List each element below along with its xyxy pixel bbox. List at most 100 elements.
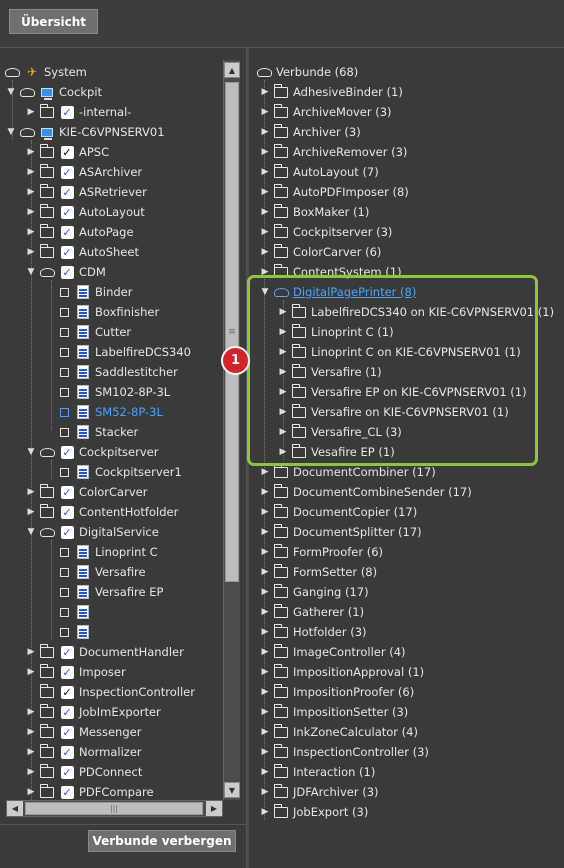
tree-node-contenthotfolder[interactable]: ▶ ✓ ContentHotfolder xyxy=(26,502,178,522)
scroll-right-icon[interactable]: ▶ xyxy=(206,801,222,816)
caret-down-icon[interactable]: ▼ xyxy=(6,87,16,97)
tree-node-cockpit[interactable]: ▼ Cockpit xyxy=(6,82,102,102)
caret-right-icon[interactable]: ▶ xyxy=(26,147,36,157)
tree-node-group[interactable]: ▶ ArchiveMover (3) xyxy=(260,102,392,122)
caret-right-icon[interactable]: ▶ xyxy=(260,87,270,97)
tree-node-autosheet[interactable]: ▶ ✓ AutoSheet xyxy=(26,242,139,262)
caret-right-icon[interactable]: ▶ xyxy=(260,667,270,677)
vertical-scrollbar[interactable]: ▲ ≡ ▼ xyxy=(223,60,240,800)
checkbox[interactable] xyxy=(60,627,69,637)
tree-node-documenthandler[interactable]: ▶ ✓ DocumentHandler xyxy=(26,642,184,662)
caret-right-icon[interactable]: ▶ xyxy=(260,587,270,597)
tree-node-pdfcompare[interactable]: ▶ ✓ PDFCompare xyxy=(26,782,154,800)
caret-right-icon[interactable]: ▶ xyxy=(260,767,270,777)
tree-node-group[interactable]: ▶ Interaction (1) xyxy=(260,762,375,782)
caret-right-icon[interactable]: ▶ xyxy=(26,667,36,677)
tree-node-group[interactable]: ▶ Hotfolder (3) xyxy=(260,622,367,642)
overview-button[interactable]: Übersicht xyxy=(9,9,98,34)
caret-right-icon[interactable]: ▶ xyxy=(26,107,36,117)
checkbox[interactable] xyxy=(60,547,69,557)
caret-right-icon[interactable]: ▶ xyxy=(260,787,270,797)
caret-right-icon[interactable]: ▶ xyxy=(26,227,36,237)
tree-node-imposer[interactable]: ▶ ✓ Imposer xyxy=(26,662,126,682)
caret-right-icon[interactable]: ▶ xyxy=(260,567,270,577)
caret-right-icon[interactable]: ▶ xyxy=(260,727,270,737)
tree-node-verbunde[interactable]: Verbunde (68) xyxy=(256,62,358,82)
tree-node-jobimexporter[interactable]: ▶ ✓ JobImExporter xyxy=(26,702,161,722)
caret-down-icon[interactable]: ▼ xyxy=(26,267,36,277)
tree-node-group[interactable]: ▶ InkZoneCalculator (4) xyxy=(260,722,418,742)
tree-node-group[interactable]: ▶ Gatherer (1) xyxy=(260,602,364,622)
tree-node-pdconnect[interactable]: ▶ ✓ PDConnect xyxy=(26,762,142,782)
tree-node-asarchiver[interactable]: ▶ ✓ ASArchiver xyxy=(26,162,142,182)
tree-node-group[interactable]: ▶ ColorCarver (6) xyxy=(260,242,381,262)
tree-node-saddlestitcher[interactable]: Saddlestitcher xyxy=(60,362,178,382)
caret-right-icon[interactable]: ▶ xyxy=(260,167,270,177)
caret-right-icon[interactable]: ▶ xyxy=(260,507,270,517)
tree-node-autolayout[interactable]: ▶ ✓ AutoLayout xyxy=(26,202,145,222)
caret-right-icon[interactable]: ▶ xyxy=(26,647,36,657)
caret-right-icon[interactable]: ▶ xyxy=(26,487,36,497)
checkbox[interactable] xyxy=(60,287,69,297)
checkbox[interactable] xyxy=(60,367,69,377)
tree-node-binder[interactable]: Binder xyxy=(60,282,132,302)
tree-node-apsc[interactable]: ▶ ✓ APSC xyxy=(26,142,109,162)
tree-node-group[interactable]: ▶ JobExport (3) xyxy=(260,802,368,820)
caret-right-icon[interactable]: ▶ xyxy=(260,547,270,557)
tree-node-sm52[interactable]: SM52-8P-3L xyxy=(60,402,163,422)
horizontal-scrollbar[interactable]: ◀ ||| ▶ xyxy=(6,800,223,817)
tree-node-system[interactable]: ✈ System xyxy=(4,62,87,82)
tree-node-group[interactable]: ▶ FormSetter (8) xyxy=(260,562,377,582)
tree-node-group[interactable]: ▶ ImpositionProofer (6) xyxy=(260,682,414,702)
checkbox[interactable] xyxy=(60,607,69,617)
tree-node-group[interactable]: ▶ InspectionController (3) xyxy=(260,742,429,762)
tree-node-labelfire[interactable]: LabelfireDCS340 xyxy=(60,342,191,362)
caret-right-icon[interactable]: ▶ xyxy=(260,107,270,117)
caret-right-icon[interactable]: ▶ xyxy=(260,647,270,657)
tree-node-group[interactable]: ▶ AutoPDFImposer (8) xyxy=(260,182,409,202)
tree-node-sm102[interactable]: SM102-8P-3L xyxy=(60,382,170,402)
caret-right-icon[interactable]: ▶ xyxy=(26,507,36,517)
caret-right-icon[interactable]: ▶ xyxy=(260,207,270,217)
caret-right-icon[interactable]: ▶ xyxy=(260,687,270,697)
tree-node-linoprint[interactable]: Linoprint C xyxy=(60,542,158,562)
tree-node-group[interactable]: ▶ Cockpitserver (3) xyxy=(260,222,392,242)
tree-node-group[interactable]: ▶ DocumentSplitter (17) xyxy=(260,522,422,542)
tree-node-group[interactable]: ▶ BoxMaker (1) xyxy=(260,202,369,222)
tree-node-group[interactable]: ▶ DocumentCombineSender (17) xyxy=(260,482,472,502)
tree-node-unnamed-device[interactable] xyxy=(60,622,95,642)
caret-right-icon[interactable]: ▶ xyxy=(260,247,270,257)
scroll-left-icon[interactable]: ◀ xyxy=(7,801,23,816)
tree-node-inspectioncontroller[interactable]: ▶ ✓ InspectionController xyxy=(26,682,195,702)
tree-node-autopage[interactable]: ▶ ✓ AutoPage xyxy=(26,222,134,242)
tree-node-group[interactable]: ▶ FormProofer (6) xyxy=(260,542,383,562)
tree-node-versafire[interactable]: Versafire xyxy=(60,562,146,582)
checkbox[interactable] xyxy=(60,427,69,437)
tree-node-group[interactable]: ▶ AutoLayout (7) xyxy=(260,162,379,182)
tree-node-group[interactable]: ▶ ImpositionSetter (3) xyxy=(260,702,408,722)
caret-right-icon[interactable]: ▶ xyxy=(260,807,270,817)
caret-right-icon[interactable]: ▶ xyxy=(26,767,36,777)
scroll-thumb[interactable]: ≡ xyxy=(225,82,239,582)
hide-groups-button[interactable]: Verbunde verbergen xyxy=(88,830,236,852)
scroll-up-icon[interactable]: ▲ xyxy=(224,62,240,78)
caret-right-icon[interactable]: ▶ xyxy=(260,127,270,137)
caret-down-icon[interactable]: ▼ xyxy=(26,527,36,537)
tree-node-cutter[interactable]: Cutter xyxy=(60,322,131,342)
tree-node-normalizer[interactable]: ▶ ✓ Normalizer xyxy=(26,742,142,762)
caret-down-icon[interactable]: ▼ xyxy=(26,447,36,457)
caret-right-icon[interactable]: ▶ xyxy=(260,747,270,757)
tree-node-cockpitserver[interactable]: ▼ ✓ Cockpitserver xyxy=(26,442,159,462)
checkbox[interactable] xyxy=(60,327,69,337)
checkbox[interactable] xyxy=(60,347,69,357)
tree-node-colorcarver[interactable]: ▶ ✓ ColorCarver xyxy=(26,482,147,502)
tree-node-group[interactable]: ▶ ArchiveRemover (3) xyxy=(260,142,407,162)
caret-right-icon[interactable]: ▶ xyxy=(260,627,270,637)
tree-node-asretriever[interactable]: ▶ ✓ ASRetriever xyxy=(26,182,147,202)
caret-right-icon[interactable]: ▶ xyxy=(26,787,36,797)
checkbox[interactable] xyxy=(60,387,69,397)
caret-right-icon[interactable]: ▶ xyxy=(26,747,36,757)
caret-right-icon[interactable]: ▶ xyxy=(260,487,270,497)
tree-node-group[interactable]: ▶ ImpositionApproval (1) xyxy=(260,662,424,682)
tree-node-server[interactable]: ▼ KIE-C6VPNSERV01 xyxy=(6,122,165,142)
